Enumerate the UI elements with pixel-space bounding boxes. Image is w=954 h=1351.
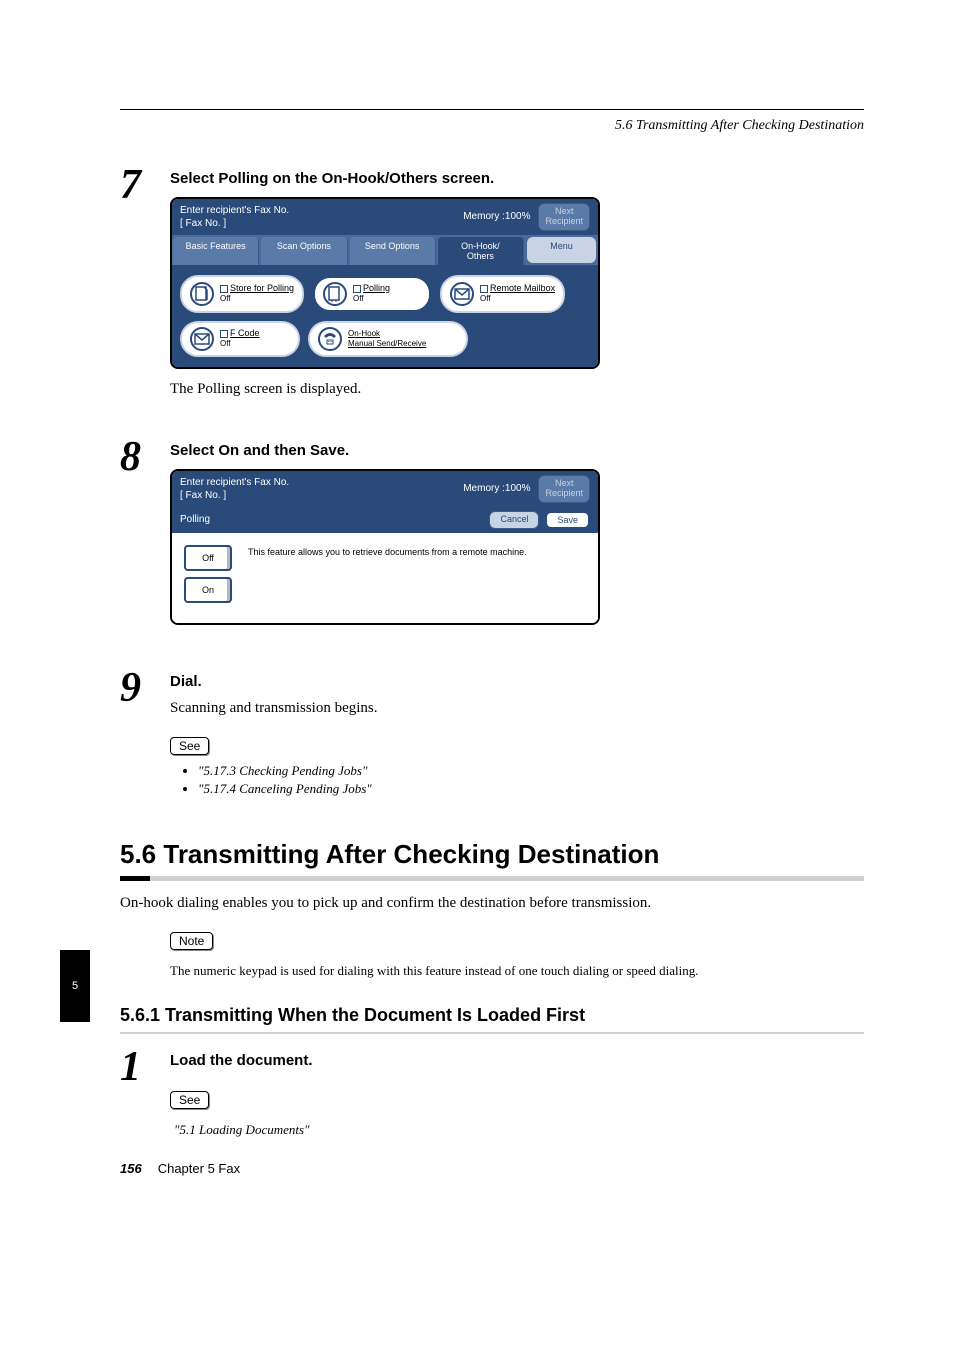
- faxno-label: [ Fax No. ]: [180, 489, 289, 502]
- btn-state: Off: [480, 294, 491, 303]
- polling-body: Off On This feature allows you to retrie…: [172, 533, 598, 623]
- note-text: The numeric keypad is used for dialing w…: [170, 962, 864, 981]
- faxno-label: [ Fax No. ]: [180, 217, 289, 230]
- step-title: Load the document.: [170, 1052, 864, 1069]
- header-right-text: 5.6 Transmitting After Checking Destinat…: [120, 118, 864, 134]
- btn-label: Polling: [363, 283, 390, 293]
- on-button[interactable]: On: [184, 577, 232, 603]
- step-7: 7 Select Polling on the On-Hook/Others s…: [120, 164, 864, 406]
- document-icon: [323, 282, 347, 306]
- screen-header: Enter recipient's Fax No. [ Fax No. ] Me…: [172, 199, 598, 235]
- footer-text: Chapter 5 Fax: [158, 1161, 240, 1176]
- step-title: Dial.: [170, 673, 864, 690]
- off-button[interactable]: Off: [184, 545, 232, 571]
- subsection-divider: [120, 1032, 864, 1034]
- bar-label: Polling: [180, 514, 210, 525]
- save-button[interactable]: Save: [545, 511, 590, 529]
- btn-label: On-Hook Manual Send/Receive: [348, 329, 426, 348]
- screen-header: Enter recipient's Fax No. [ Fax No. ] Me…: [172, 471, 598, 507]
- section-paragraph: On-hook dialing enables you to pick up a…: [120, 893, 864, 915]
- tab-scan-options[interactable]: Scan Options: [261, 237, 347, 265]
- screen-body: Store for PollingOff PollingOff Remote M…: [172, 265, 598, 367]
- step-number: 1: [120, 1046, 170, 1146]
- screen-onhook-others: Enter recipient's Fax No. [ Fax No. ] Me…: [170, 197, 600, 369]
- btn-state: Off: [220, 294, 231, 303]
- tab-onhook-others[interactable]: On-Hook/ Others: [438, 237, 524, 265]
- step-8: 8 Select On and then Save. Enter recipie…: [120, 436, 864, 637]
- see-reference: "5.1 Loading Documents": [174, 1121, 864, 1140]
- phone-icon: [318, 327, 342, 351]
- next-recipient-button[interactable]: Next Recipient: [538, 475, 590, 503]
- page-number: 156: [120, 1161, 142, 1176]
- btn-label: Remote Mailbox: [490, 283, 555, 293]
- page-header: [120, 60, 864, 110]
- note-badge: Note: [170, 932, 213, 950]
- subsection-title: 5.6.1 Transmitting When the Document Is …: [120, 1005, 864, 1026]
- step-number: 8: [120, 436, 170, 637]
- step-result: The Polling screen is displayed.: [170, 381, 864, 398]
- envelope-icon: [450, 282, 474, 306]
- cancel-button[interactable]: Cancel: [489, 511, 539, 529]
- menu-button[interactable]: Menu: [527, 237, 596, 263]
- f-code-button[interactable]: F CodeOff: [180, 321, 300, 357]
- ref-item: "5.17.3 Checking Pending Jobs": [198, 763, 864, 779]
- btn-label: Store for Polling: [230, 283, 294, 293]
- see-badge: See: [170, 1091, 209, 1109]
- polling-button[interactable]: PollingOff: [312, 275, 432, 313]
- step-title: Select On and then Save.: [170, 442, 864, 459]
- tab-bar: Basic Features Scan Options Send Options…: [172, 235, 598, 265]
- envelope-icon: [190, 327, 214, 351]
- tab-basic-features[interactable]: Basic Features: [173, 237, 259, 265]
- memory-indicator: Memory :100%: [463, 483, 530, 494]
- btn-state: Off: [220, 339, 231, 348]
- enter-label: Enter recipient's Fax No.: [180, 476, 289, 489]
- see-references: "5.17.3 Checking Pending Jobs" "5.17.4 C…: [170, 763, 864, 797]
- chapter-tab: 5: [60, 950, 90, 1022]
- enter-label: Enter recipient's Fax No.: [180, 204, 289, 217]
- ref-item: "5.17.4 Canceling Pending Jobs": [198, 781, 864, 797]
- manual-page: 5.6 Transmitting After Checking Destinat…: [0, 0, 954, 1206]
- next-recipient-button[interactable]: Next Recipient: [538, 203, 590, 231]
- polling-bar: Polling Cancel Save: [172, 507, 598, 533]
- feature-description: This feature allows you to retrieve docu…: [248, 545, 527, 611]
- step-9: 9 Dial. Scanning and transmission begins…: [120, 667, 864, 799]
- step-number: 7: [120, 164, 170, 406]
- see-badge: See: [170, 737, 209, 755]
- step-number: 9: [120, 667, 170, 799]
- section-divider: [120, 876, 864, 881]
- document-icon: [190, 282, 214, 306]
- tab-send-options[interactable]: Send Options: [350, 237, 436, 265]
- section-title: 5.6 Transmitting After Checking Destinat…: [120, 839, 864, 870]
- store-for-polling-button[interactable]: Store for PollingOff: [180, 275, 304, 313]
- onhook-manual-button[interactable]: On-Hook Manual Send/Receive: [308, 321, 468, 357]
- step-title: Select Polling on the On-Hook/Others scr…: [170, 170, 864, 187]
- remote-mailbox-button[interactable]: Remote MailboxOff: [440, 275, 565, 313]
- step-1: 1 Load the document. See "5.1 Loading Do…: [120, 1046, 864, 1146]
- page-footer: 156 Chapter 5 Fax: [120, 1161, 240, 1176]
- memory-indicator: Memory :100%: [463, 211, 530, 222]
- btn-state: Off: [353, 294, 364, 303]
- step-text: Scanning and transmission begins.: [170, 700, 864, 717]
- btn-label: F Code: [230, 328, 260, 338]
- screen-polling: Enter recipient's Fax No. [ Fax No. ] Me…: [170, 469, 600, 625]
